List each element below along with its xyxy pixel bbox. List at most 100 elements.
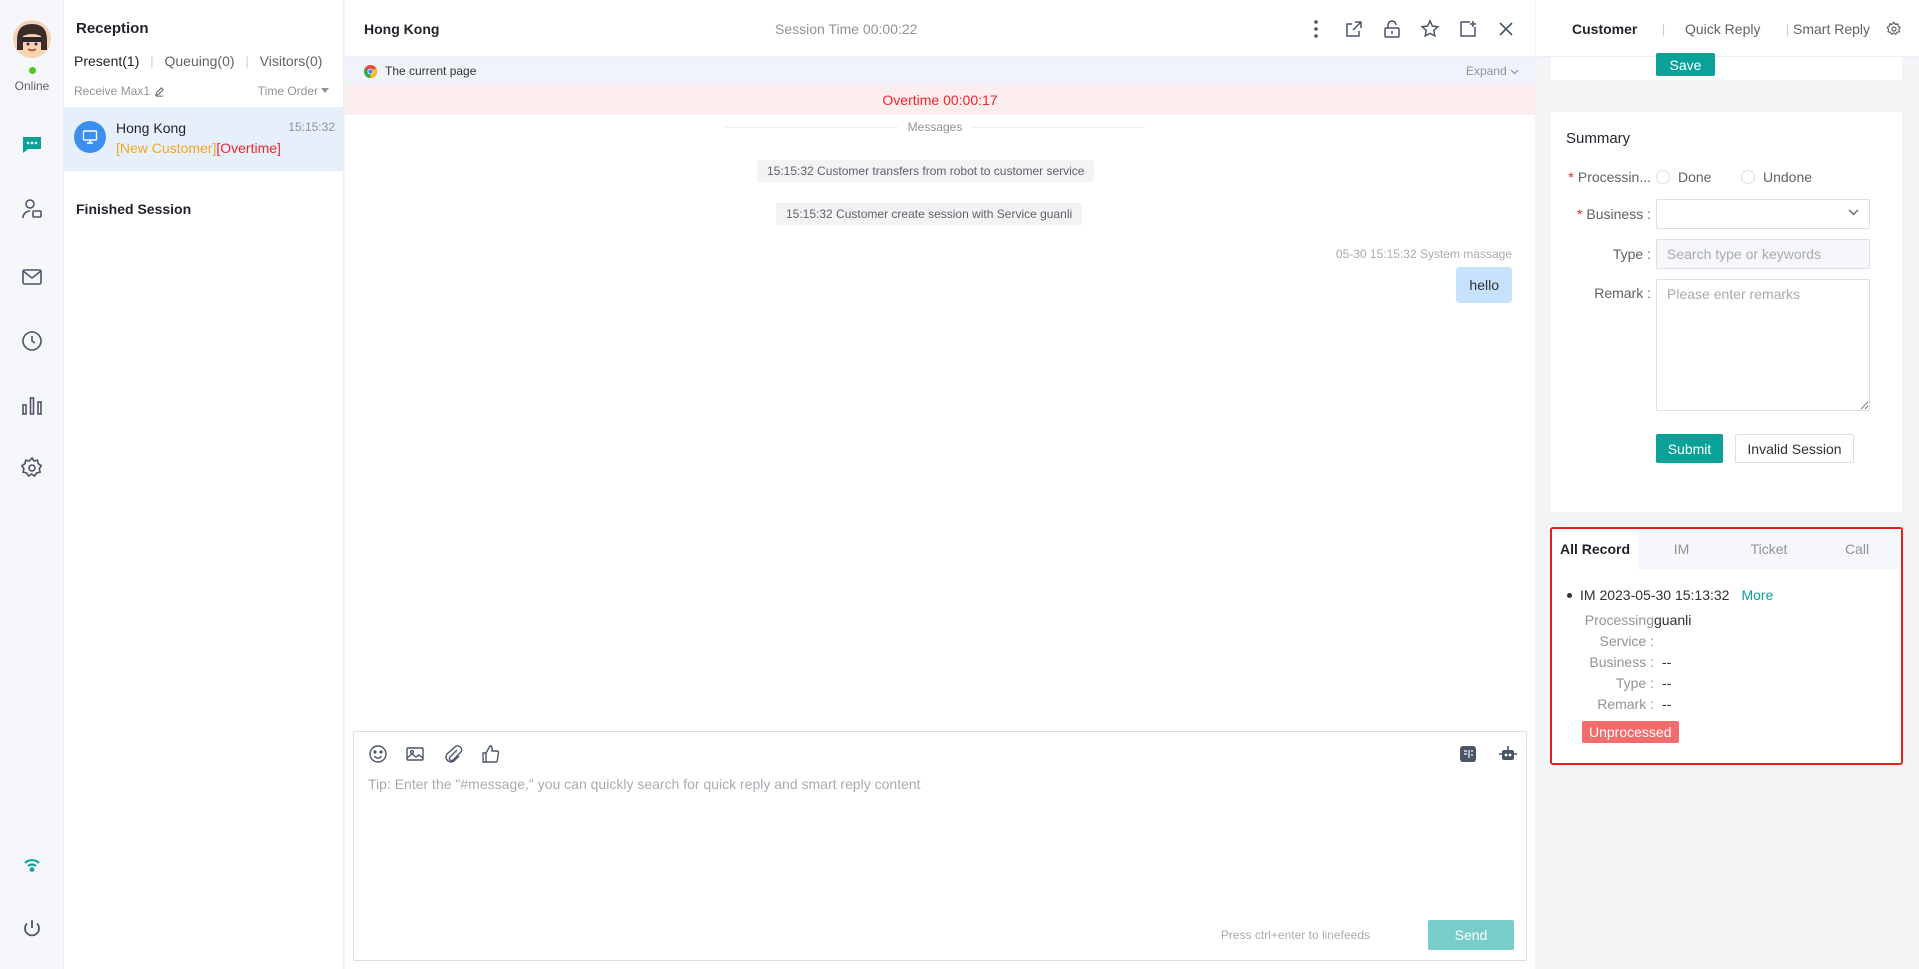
finished-session-title[interactable]: Finished Session: [76, 201, 191, 217]
tab-separator: |: [1786, 22, 1790, 36]
tab-customer[interactable]: Customer: [1572, 21, 1637, 37]
star-favorite-icon[interactable]: [1419, 18, 1441, 40]
unlock-icon[interactable]: [1381, 18, 1403, 40]
thumbs-up-rating-icon[interactable]: [479, 742, 503, 766]
history-clock-icon[interactable]: [18, 327, 46, 355]
emoji-smile-icon[interactable]: [366, 742, 390, 766]
agent-avatar[interactable]: [13, 20, 51, 58]
record-service-row: Service :: [1576, 633, 1654, 649]
image-upload-icon[interactable]: [403, 742, 427, 766]
business-select[interactable]: [1656, 199, 1870, 229]
more-vertical-icon[interactable]: [1305, 18, 1327, 40]
online-status-label: Online: [14, 79, 50, 93]
summary-title: Summary: [1566, 130, 1631, 147]
tab-call[interactable]: Call: [1813, 529, 1901, 569]
remark-label-text: Remark: [1594, 285, 1644, 301]
edit-pencil-icon[interactable]: [154, 86, 165, 97]
tab-queuing[interactable]: Queuing(0): [164, 53, 234, 69]
divider-line: [725, 126, 898, 128]
business-label: * Business :: [1576, 206, 1651, 222]
close-icon[interactable]: [1495, 18, 1517, 40]
tab-quick-reply[interactable]: Quick Reply: [1685, 21, 1760, 37]
chevron-down-icon: [1848, 209, 1859, 216]
message-meta: 05-30 15:15:32 System massage: [1335, 247, 1512, 261]
record-processing-row: Processing guanli: [1576, 612, 1692, 628]
nav-rail: Online: [0, 0, 64, 969]
type-label-text: Type: [1612, 246, 1644, 262]
messages-divider-label: Messages: [907, 120, 963, 134]
tab-ticket[interactable]: Ticket: [1725, 529, 1813, 569]
power-logout-icon[interactable]: [18, 915, 46, 943]
invalid-session-button[interactable]: Invalid Session: [1735, 434, 1854, 463]
panel-settings-gear-icon[interactable]: [1886, 21, 1902, 37]
system-message: 15:15:32 Customer transfers from robot t…: [757, 160, 1095, 182]
divider-line: [972, 126, 1146, 128]
radio-undone[interactable]: Undone: [1741, 169, 1812, 185]
tab-separator: |: [245, 54, 249, 68]
session-item[interactable]: Hong Kong 15:15:32 [New Customer][Overti…: [64, 107, 343, 171]
transfer-share-icon[interactable]: [1343, 18, 1365, 40]
session-time: 15:15:32: [288, 120, 335, 134]
send-button[interactable]: Send: [1428, 920, 1514, 950]
remark-textarea[interactable]: [1656, 279, 1870, 411]
radio-done[interactable]: Done: [1656, 169, 1711, 185]
message-input[interactable]: [354, 776, 1526, 916]
remark-label: Remark :: [1594, 285, 1651, 301]
chat-panel: Hong Kong Session Time 00:00:22 The curr…: [345, 0, 1535, 969]
radio-undone-label: Undone: [1763, 169, 1813, 185]
desktop-monitor-icon: [74, 121, 106, 153]
caret-down-icon: [321, 88, 329, 93]
chrome-browser-icon: [364, 65, 377, 78]
chat-customer-name: Hong Kong: [364, 21, 440, 37]
session-timer: Session Time 00:00:22: [775, 21, 918, 37]
add-window-icon[interactable]: [1457, 18, 1479, 40]
time-order-dropdown[interactable]: Time Order: [258, 84, 329, 98]
receive-max-label: Receive Max1: [74, 84, 151, 98]
submit-button[interactable]: Submit: [1656, 434, 1723, 463]
linefeed-hint: Press ctrl+enter to linefeeds: [1220, 928, 1370, 942]
record-type-label: Type :: [1615, 675, 1654, 691]
save-button[interactable]: Save: [1656, 53, 1715, 76]
mail-icon[interactable]: [18, 263, 46, 291]
chevron-down-icon: [1510, 69, 1519, 75]
attachment-paperclip-icon[interactable]: [441, 742, 465, 766]
status-badge: Unprocessed: [1582, 721, 1679, 743]
chat-header-actions: [1305, 18, 1517, 40]
expand-toggle[interactable]: Expand: [1466, 64, 1519, 78]
message-bubble: hello: [1456, 267, 1512, 303]
record-entry-title: IM 2023-05-30 15:13:32: [1580, 587, 1730, 603]
record-history-card: All Record IM Ticket Call IM 2023-05-30 …: [1550, 527, 1903, 765]
overtime-banner: Overtime 00:00:17: [345, 85, 1535, 115]
processing-label-text: Processin...: [1577, 169, 1651, 185]
tab-im[interactable]: IM: [1638, 529, 1725, 569]
settings-gear-icon[interactable]: [18, 454, 46, 482]
type-search-input[interactable]: [1656, 239, 1870, 269]
chat-icon[interactable]: [18, 131, 46, 159]
tab-present[interactable]: Present(1): [74, 53, 139, 69]
bullet-dot: [1567, 592, 1572, 598]
customer-side-panel: Customer | Quick Reply | Smart Reply Sav…: [1536, 0, 1919, 969]
statistics-chart-icon[interactable]: [18, 391, 46, 419]
record-entry-header: IM 2023-05-30 15:13:32 More: [1567, 587, 1773, 603]
quick-template-icon[interactable]: [1456, 742, 1480, 766]
online-status-dot: [29, 67, 36, 74]
record-business-row: Business : --: [1576, 654, 1671, 670]
record-type-value: --: [1662, 675, 1672, 691]
overtime-tag: [Overtime]: [216, 140, 281, 156]
record-business-label: Business :: [1589, 654, 1654, 670]
new-customer-tag: [New Customer]: [116, 140, 217, 156]
tab-smart-reply[interactable]: Smart Reply: [1793, 21, 1870, 37]
more-link[interactable]: More: [1741, 587, 1773, 603]
robot-assist-icon[interactable]: [1496, 742, 1520, 766]
tab-all-record[interactable]: All Record: [1552, 529, 1638, 569]
tab-visitors[interactable]: Visitors(0): [260, 53, 323, 69]
session-tabs: Present(1) | Queuing(0) | Visitors(0): [74, 53, 322, 69]
record-remark-label: Remark :: [1597, 696, 1654, 712]
reception-title: Reception: [76, 20, 149, 37]
customer-profile-icon[interactable]: [18, 195, 46, 223]
radio-circle: [1656, 170, 1670, 184]
type-label: Type :: [1612, 246, 1651, 262]
current-page-label: The current page: [385, 64, 477, 78]
summary-card: Summary * Processin... Done Undone * Busin…: [1551, 112, 1902, 512]
receive-max[interactable]: Receive Max1: [74, 84, 165, 98]
